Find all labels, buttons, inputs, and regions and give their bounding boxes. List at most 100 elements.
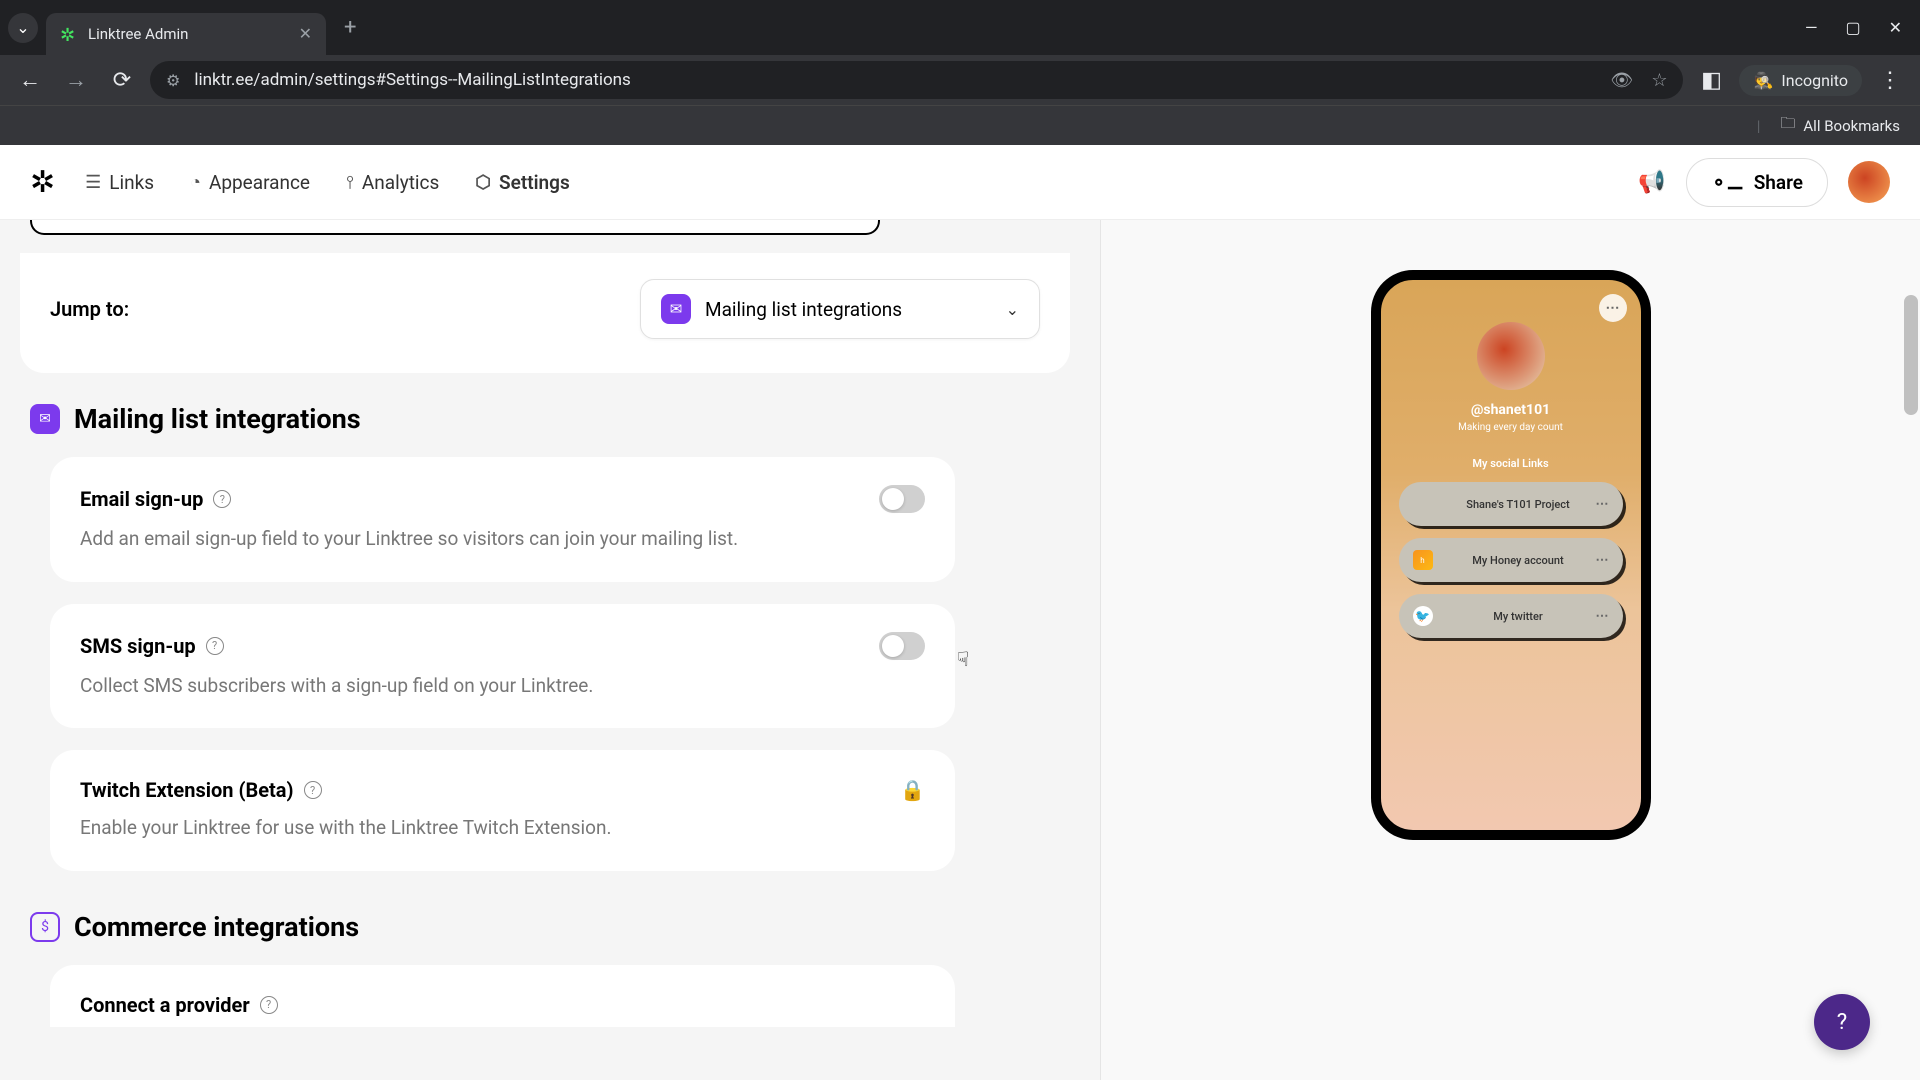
help-icon[interactable]: ? bbox=[213, 490, 231, 508]
links-heading: My social Links bbox=[1472, 457, 1548, 470]
announcements-button[interactable]: 📢 bbox=[1638, 170, 1665, 195]
browser-menu-button[interactable]: ⋮ bbox=[1872, 68, 1908, 93]
forward-button[interactable]: → bbox=[58, 67, 94, 93]
toggle-knob bbox=[882, 488, 904, 510]
close-window-button[interactable]: ✕ bbox=[1889, 18, 1902, 37]
preview-link-3[interactable]: 🐦 My twitter ⋯ bbox=[1399, 594, 1623, 638]
app-topbar: ✲ ☰ Links ◔ Appearance ⫯ Analytics ⬡ Set… bbox=[0, 145, 1920, 220]
link-text: My Honey account bbox=[1441, 554, 1596, 567]
help-icon[interactable]: ? bbox=[206, 637, 224, 655]
nav-links[interactable]: ☰ Links bbox=[85, 171, 154, 194]
mailing-section-header: ✉ Mailing list integrations bbox=[30, 403, 1070, 435]
nav-appearance[interactable]: ◔ Appearance bbox=[190, 171, 310, 194]
link-menu-icon: ⋯ bbox=[1596, 553, 1609, 568]
twitch-extension-desc: Enable your Linktree for use with the Li… bbox=[80, 814, 925, 843]
phone-preview: ⋯ @shanet101 Making every day count My s… bbox=[1371, 270, 1651, 840]
divider: | bbox=[1757, 117, 1761, 135]
sms-signup-card: SMS sign-up ? Collect SMS subscribers wi… bbox=[50, 604, 955, 729]
input-field-partial[interactable] bbox=[30, 220, 880, 235]
app-content: ✲ ☰ Links ◔ Appearance ⫯ Analytics ⬡ Set… bbox=[0, 145, 1920, 1080]
twitter-icon: 🐦 bbox=[1413, 606, 1433, 626]
nav-analytics[interactable]: ⫯ Analytics bbox=[346, 171, 439, 194]
settings-column: Jump to: ✉ Mailing list integrations ⌄ ✉… bbox=[0, 220, 1100, 1080]
connect-provider-card: Connect a provider ? bbox=[50, 965, 955, 1027]
email-signup-toggle[interactable] bbox=[879, 485, 925, 513]
linktree-favicon-icon: ✲ bbox=[60, 25, 78, 43]
commerce-section-title: Commerce integrations bbox=[74, 911, 359, 943]
side-panel-button[interactable]: ◧ bbox=[1693, 68, 1729, 93]
settings-icon: ⬡ bbox=[475, 172, 491, 193]
incognito-indicator[interactable]: 🕵 Incognito bbox=[1739, 65, 1862, 96]
minimize-button[interactable]: — bbox=[1805, 18, 1818, 37]
phone-menu-button[interactable]: ⋯ bbox=[1599, 294, 1627, 322]
twitch-extension-card: Twitch Extension (Beta) ? 🔒 Enable your … bbox=[50, 750, 955, 871]
linktree-logo[interactable]: ✲ bbox=[30, 165, 55, 200]
bookmark-star-icon[interactable]: ☆ bbox=[1651, 70, 1667, 91]
main-nav: ☰ Links ◔ Appearance ⫯ Analytics ⬡ Setti… bbox=[85, 171, 570, 194]
links-icon: ☰ bbox=[85, 172, 101, 193]
twitch-extension-title: Twitch Extension (Beta) bbox=[80, 778, 294, 802]
browser-tab-strip: ⌄ ✲ Linktree Admin ✕ + — ▢ ✕ bbox=[0, 0, 1920, 55]
email-signup-title: Email sign-up bbox=[80, 487, 203, 511]
tab-title: Linktree Admin bbox=[88, 25, 289, 43]
chevron-down-icon: ⌄ bbox=[16, 18, 29, 37]
share-button[interactable]: ⚬⚊ Share bbox=[1686, 158, 1828, 207]
reload-button[interactable]: ⟳ bbox=[104, 68, 140, 93]
sms-signup-toggle[interactable] bbox=[879, 632, 925, 660]
preview-link-2[interactable]: h My Honey account ⋯ bbox=[1399, 538, 1623, 582]
link-text: Shane's T101 Project bbox=[1441, 498, 1596, 511]
folder-icon: 🗀 bbox=[1780, 113, 1795, 138]
close-tab-button[interactable]: ✕ bbox=[299, 24, 312, 43]
jump-to-card: Jump to: ✉ Mailing list integrations ⌄ bbox=[20, 253, 1070, 373]
honey-icon: h bbox=[1413, 550, 1433, 570]
help-icon[interactable]: ? bbox=[260, 996, 278, 1014]
site-settings-icon[interactable]: ⚙ bbox=[166, 71, 180, 90]
nav-settings[interactable]: ⬡ Settings bbox=[475, 171, 569, 194]
mail-section-icon: ✉ bbox=[30, 404, 60, 434]
commerce-section-header: $ Commerce integrations bbox=[30, 911, 1070, 943]
analytics-icon: ⫯ bbox=[346, 172, 354, 193]
browser-tab[interactable]: ✲ Linktree Admin ✕ bbox=[46, 13, 326, 55]
help-fab-button[interactable]: ? bbox=[1814, 994, 1870, 1050]
chevron-down-icon: ⌄ bbox=[1006, 300, 1019, 319]
profile-tagline: Making every day count bbox=[1458, 422, 1563, 433]
tracking-blocked-icon[interactable]: 👁 bbox=[1610, 70, 1633, 91]
back-button[interactable]: ← bbox=[12, 67, 48, 93]
incognito-icon: 🕵 bbox=[1753, 71, 1773, 90]
maximize-button[interactable]: ▢ bbox=[1845, 18, 1860, 37]
bookmarks-bar: | 🗀 All Bookmarks bbox=[0, 105, 1920, 145]
dollar-section-icon: $ bbox=[30, 912, 60, 942]
window-controls: — ▢ ✕ bbox=[1805, 18, 1912, 37]
jump-to-label: Jump to: bbox=[50, 297, 129, 321]
preview-link-1[interactable]: Shane's T101 Project ⋯ bbox=[1399, 482, 1623, 526]
toggle-knob bbox=[882, 635, 904, 657]
sms-signup-title: SMS sign-up bbox=[80, 634, 196, 658]
sms-signup-desc: Collect SMS subscribers with a sign-up f… bbox=[80, 672, 925, 701]
url-text: linktr.ee/admin/settings#Settings--Maili… bbox=[194, 70, 630, 90]
profile-handle: @shanet101 bbox=[1471, 402, 1550, 418]
help-icon[interactable]: ? bbox=[304, 781, 322, 799]
help-icon: ? bbox=[1837, 1010, 1847, 1035]
email-signup-card: Email sign-up ? Add an email sign-up fie… bbox=[50, 457, 955, 582]
browser-toolbar: ← → ⟳ ⚙ linktr.ee/admin/settings#Setting… bbox=[0, 55, 1920, 105]
all-bookmarks-button[interactable]: 🗀 All Bookmarks bbox=[1780, 113, 1900, 138]
profile-avatar bbox=[1477, 322, 1545, 390]
email-signup-desc: Add an email sign-up field to your Linkt… bbox=[80, 525, 925, 554]
lock-icon[interactable]: 🔒 bbox=[900, 778, 925, 802]
appearance-icon: ◔ bbox=[190, 172, 201, 193]
mailing-section-title: Mailing list integrations bbox=[74, 403, 361, 435]
tab-search-button[interactable]: ⌄ bbox=[8, 13, 38, 43]
share-icon: ⚬⚊ bbox=[1711, 171, 1744, 194]
user-avatar[interactable] bbox=[1848, 161, 1890, 203]
address-bar[interactable]: ⚙ linktr.ee/admin/settings#Settings--Mai… bbox=[150, 61, 1683, 99]
jump-to-dropdown[interactable]: ✉ Mailing list integrations ⌄ bbox=[640, 279, 1040, 339]
link-menu-icon: ⋯ bbox=[1596, 609, 1609, 624]
preview-column: ⋯ @shanet101 Making every day count My s… bbox=[1100, 220, 1920, 1080]
jump-selected-value: Mailing list integrations bbox=[705, 298, 902, 321]
scrollbar[interactable] bbox=[1904, 295, 1918, 415]
link-text: My twitter bbox=[1441, 610, 1596, 623]
new-tab-button[interactable]: + bbox=[344, 15, 356, 40]
mail-icon: ✉ bbox=[661, 294, 691, 324]
link-menu-icon: ⋯ bbox=[1596, 497, 1609, 512]
connect-provider-title: Connect a provider bbox=[80, 993, 250, 1017]
